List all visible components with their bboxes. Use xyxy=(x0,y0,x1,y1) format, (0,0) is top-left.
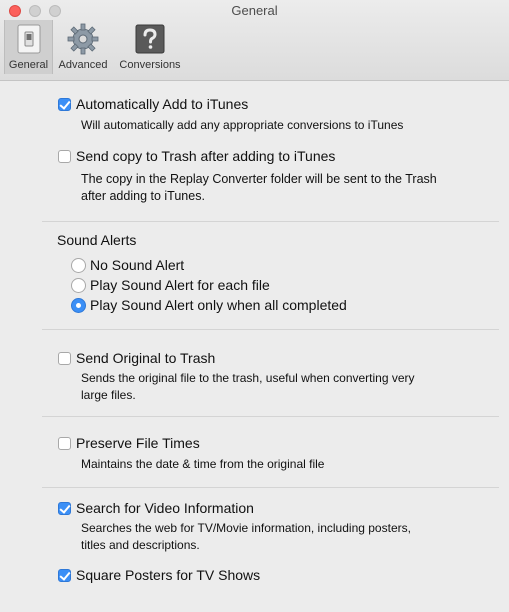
preserve-file-times-label: Preserve File Times xyxy=(76,435,200,451)
search-video-info-description-line2: titles and descriptions. xyxy=(81,538,200,552)
add-to-itunes-description: Will automatically add any appropriate c… xyxy=(81,118,404,132)
light-switch-icon xyxy=(13,23,45,55)
square-posters-option[interactable]: Square Posters for TV Shows xyxy=(58,567,260,583)
sound-alert-option-all-completed[interactable]: Play Sound Alert only when all completed xyxy=(71,297,347,313)
section-divider xyxy=(42,221,499,222)
send-original-trash-checkbox[interactable] xyxy=(58,351,71,365)
window-title: General xyxy=(231,3,278,18)
search-video-info-label: Search for Video Information xyxy=(76,500,254,516)
section-divider xyxy=(42,487,499,488)
square-posters-checkbox[interactable] xyxy=(58,568,71,582)
question-mark-icon xyxy=(134,23,166,55)
search-video-info-description-line1: Searches the web for TV/Movie informatio… xyxy=(81,521,411,535)
send-original-trash-description-line2: large files. xyxy=(81,388,136,402)
add-to-itunes-label: Automatically Add to iTunes xyxy=(76,96,249,112)
no-sound-alert-radio[interactable] xyxy=(71,257,86,273)
send-original-trash-description: Sends the original file to the trash, us… xyxy=(81,370,481,404)
toolbar-label-general: General xyxy=(8,59,49,71)
send-copy-trash-description-line2: after adding to iTunes. xyxy=(81,189,205,203)
preserve-file-times-option[interactable]: Preserve File Times xyxy=(58,435,200,451)
all-completed-label: Play Sound Alert only when all completed xyxy=(90,297,347,313)
send-copy-trash-option[interactable]: Send copy to Trash after adding to iTune… xyxy=(58,148,335,164)
section-divider xyxy=(42,416,499,417)
preserve-file-times-description: Maintains the date & time from the origi… xyxy=(81,457,325,471)
all-completed-radio[interactable] xyxy=(71,297,86,313)
titlebar: General General Advanced Conversions xyxy=(0,0,509,81)
square-posters-label: Square Posters for TV Shows xyxy=(76,567,261,583)
each-file-label: Play Sound Alert for each file xyxy=(90,277,270,293)
send-copy-trash-checkbox[interactable] xyxy=(58,149,71,163)
toolbar-label-advanced: Advanced xyxy=(58,59,108,71)
send-copy-trash-description: The copy in the Replay Converter folder … xyxy=(81,171,481,205)
search-video-info-checkbox[interactable] xyxy=(58,501,71,515)
toolbar-tab-advanced[interactable]: Advanced xyxy=(55,20,111,74)
add-to-itunes-checkbox[interactable] xyxy=(58,97,71,111)
toolbar-tab-conversions[interactable]: Conversions xyxy=(115,20,185,74)
no-sound-alert-label: No Sound Alert xyxy=(90,257,185,273)
send-original-trash-option[interactable]: Send Original to Trash xyxy=(58,350,215,366)
send-copy-trash-description-line1: The copy in the Replay Converter folder … xyxy=(81,172,437,186)
gear-icon xyxy=(67,23,99,55)
preserve-file-times-checkbox[interactable] xyxy=(58,436,71,450)
each-file-radio[interactable] xyxy=(71,277,86,293)
preferences-window: General General Advanced Conversions Aut… xyxy=(0,0,509,612)
send-original-trash-description-line1: Sends the original file to the trash, us… xyxy=(81,371,415,385)
toolbar-tab-general[interactable]: General xyxy=(4,20,53,74)
add-to-itunes-option[interactable]: Automatically Add to iTunes xyxy=(58,96,248,112)
general-settings-pane: Automatically Add to iTunes Will automat… xyxy=(0,80,509,612)
search-video-info-option[interactable]: Search for Video Information xyxy=(58,500,254,516)
sound-alert-option-each-file[interactable]: Play Sound Alert for each file xyxy=(71,277,270,293)
send-original-trash-label: Send Original to Trash xyxy=(76,350,216,366)
sound-alert-option-none[interactable]: No Sound Alert xyxy=(71,257,184,273)
search-video-info-description: Searches the web for TV/Movie informatio… xyxy=(81,520,481,554)
section-divider xyxy=(42,329,499,330)
sound-alerts-heading: Sound Alerts xyxy=(57,232,137,248)
toolbar-label-conversions: Conversions xyxy=(119,59,181,71)
send-copy-trash-label: Send copy to Trash after adding to iTune… xyxy=(76,148,336,164)
